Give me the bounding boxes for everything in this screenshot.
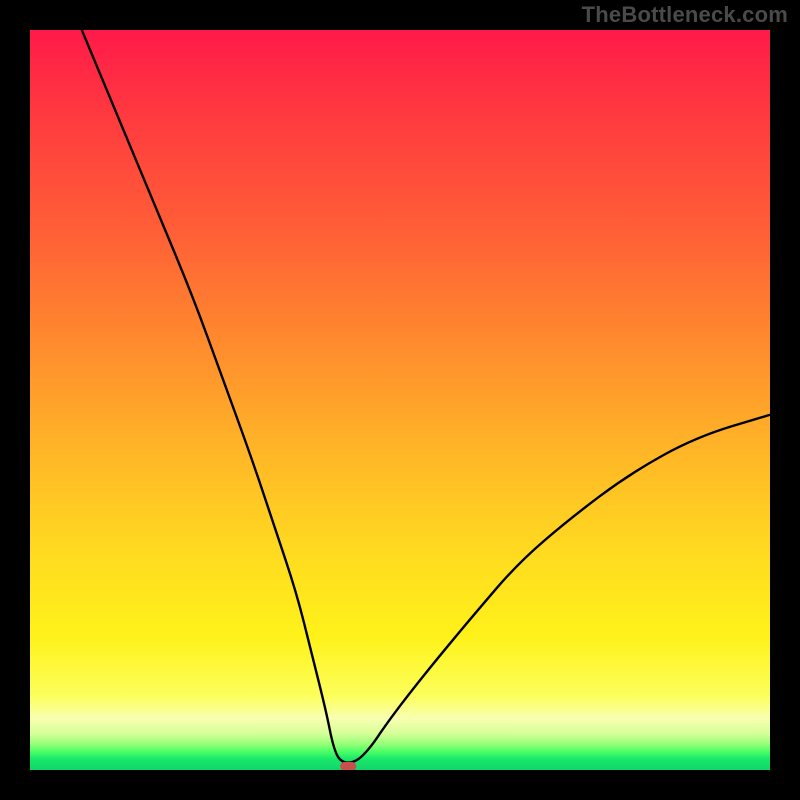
chart-frame: TheBottleneck.com — [0, 0, 800, 800]
bottleneck-curve-svg — [30, 30, 770, 770]
bottleneck-curve-path — [82, 30, 770, 763]
plot-area — [30, 30, 770, 770]
watermark-text: TheBottleneck.com — [582, 2, 788, 28]
minimum-marker — [340, 762, 356, 770]
